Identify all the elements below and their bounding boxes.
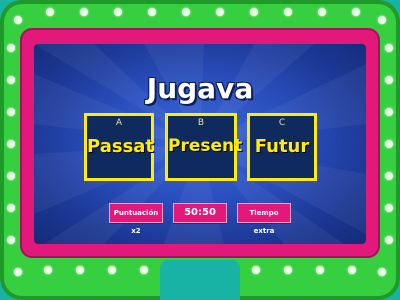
frame-light <box>148 8 156 16</box>
frame-light <box>7 108 15 116</box>
frame-light <box>216 8 224 16</box>
frame-light <box>14 268 22 276</box>
frame-light <box>108 266 116 274</box>
answer-letter: A <box>115 118 123 128</box>
frame-light <box>352 8 360 16</box>
frame-light <box>7 76 15 84</box>
answer-option-c[interactable]: C Futur <box>247 113 317 181</box>
frame-light <box>182 8 190 16</box>
answer-label: Futur <box>254 136 310 157</box>
frame-light <box>76 266 84 274</box>
frame-light <box>114 8 122 16</box>
frame-light <box>316 266 324 274</box>
answer-option-a[interactable]: A Passat <box>84 113 154 181</box>
frame-light <box>252 266 260 274</box>
frame-light <box>385 236 393 244</box>
frame-light <box>284 266 292 274</box>
frame-light <box>378 16 386 24</box>
frame-light <box>385 204 393 212</box>
frame-light <box>7 204 15 212</box>
frame-light <box>44 266 52 274</box>
frame-light <box>7 236 15 244</box>
frame-light <box>385 76 393 84</box>
frame-light <box>348 266 356 274</box>
frame-light <box>7 172 15 180</box>
frame-light <box>250 8 258 16</box>
frame-light <box>14 16 22 24</box>
frame-light <box>378 268 386 276</box>
double-score-button[interactable]: Puntuación x2 <box>109 203 163 235</box>
frame-light <box>284 8 292 16</box>
frame-light <box>318 8 326 16</box>
frame-light <box>385 172 393 180</box>
answer-label: Present <box>168 136 243 156</box>
frame-light <box>385 108 393 116</box>
answer-option-b[interactable]: B Present <box>165 113 243 181</box>
fifty-fifty-button[interactable]: 50:50 <box>173 203 227 223</box>
tv-stand-gap <box>160 260 240 300</box>
frame-light <box>7 140 15 148</box>
question-title: Jugava <box>146 72 254 105</box>
frame-light <box>140 266 148 274</box>
frame-light <box>385 140 393 148</box>
extra-time-button[interactable]: Tiempo extra <box>237 203 291 235</box>
frame-light <box>80 8 88 16</box>
answer-label: Passat <box>87 136 155 157</box>
game-stage: Jugava A Passat B Present C Futur Puntua… <box>0 0 400 300</box>
frame-light <box>46 8 54 16</box>
frame-light <box>7 44 15 52</box>
answer-letter: B <box>197 118 205 128</box>
frame-light <box>385 44 393 52</box>
answer-letter: C <box>278 118 286 128</box>
